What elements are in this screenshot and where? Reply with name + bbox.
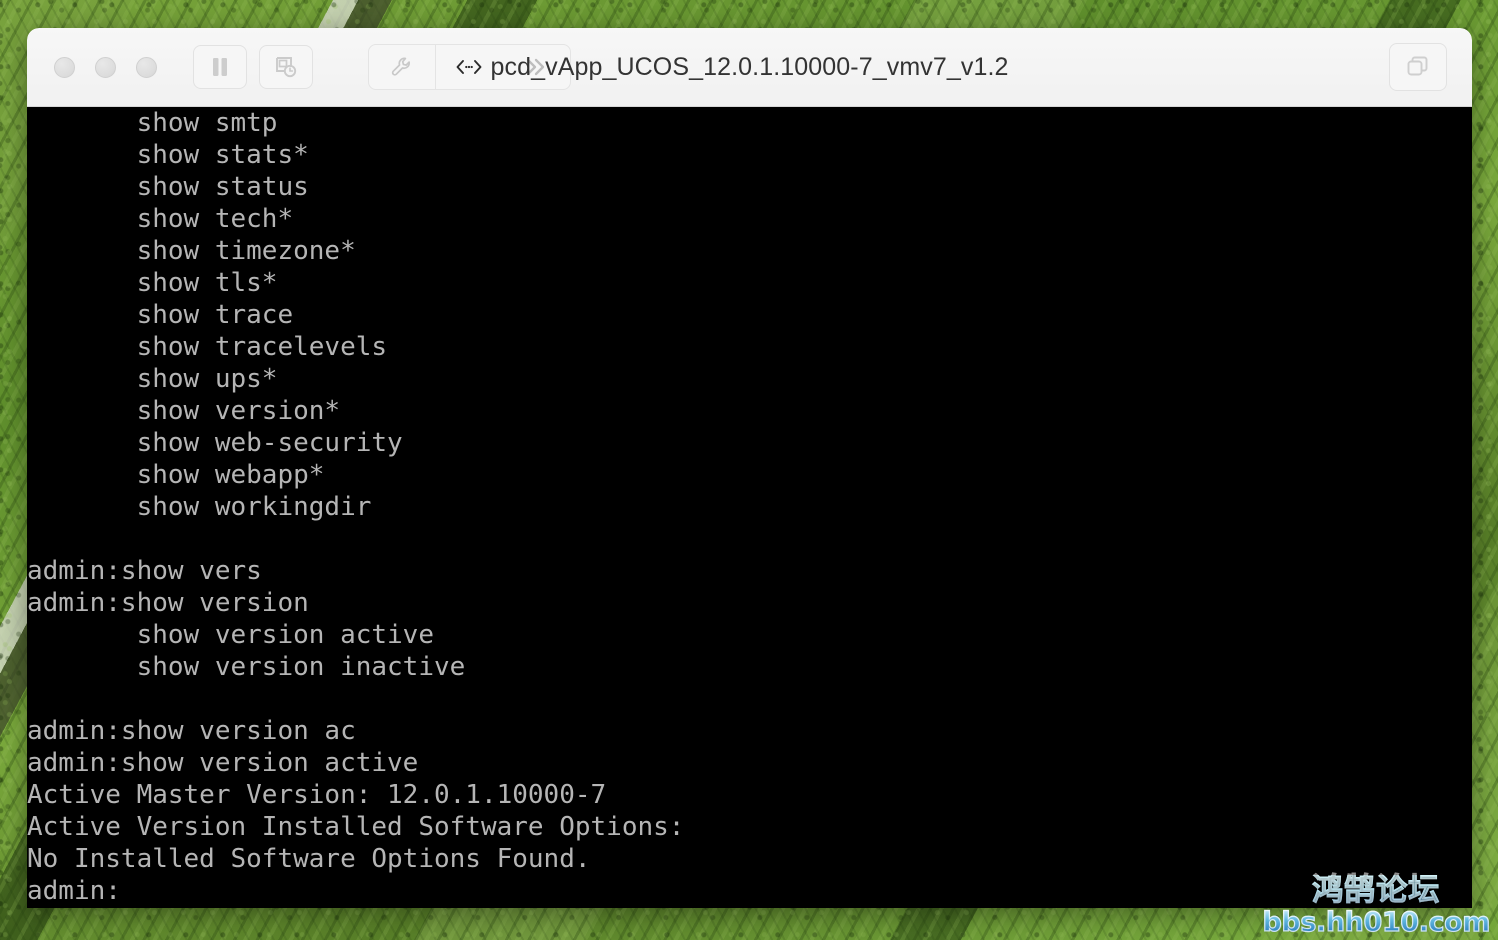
close-button[interactable] — [54, 56, 75, 78]
terminal-line: admin:show version — [27, 588, 309, 618]
show-more-chevron-icon — [526, 58, 545, 76]
terminal-line: show stats* — [27, 140, 309, 170]
settings-button[interactable] — [369, 45, 435, 89]
more-options-button[interactable] — [502, 45, 570, 89]
terminal-line: Active Version Installed Software Option… — [27, 812, 685, 842]
terminal-line: show status — [27, 172, 309, 202]
terminal-screen[interactable]: show smtp show stats* show status show t… — [27, 107, 1472, 908]
terminal-line: show smtp — [27, 108, 278, 138]
network-button[interactable] — [436, 45, 502, 89]
terminal-line: show tracelevels — [27, 332, 388, 362]
terminal-line: show web-security — [27, 428, 403, 458]
pause-button[interactable] — [193, 45, 247, 89]
terminal-line: show tech* — [27, 204, 294, 234]
traffic-light-group — [54, 56, 157, 78]
terminal-line: admin: — [27, 876, 121, 906]
network-connection-icon — [456, 60, 482, 74]
terminal-line: show version inactive — [27, 652, 466, 682]
settings-wrench-icon — [391, 57, 410, 76]
terminal-line: show webapp* — [27, 460, 325, 490]
minimize-button[interactable] — [95, 56, 116, 78]
terminal-line: show trace — [27, 300, 294, 330]
snapshot-icon — [276, 57, 297, 78]
terminal-line: show tls* — [27, 268, 278, 298]
terminal-line: admin:show vers — [27, 556, 262, 586]
terminal-line: show version* — [27, 396, 341, 426]
terminal-line: admin:show version ac — [27, 716, 356, 746]
toolbar-segmented-group — [368, 44, 571, 90]
window-list-button[interactable] — [1389, 43, 1447, 91]
terminal-line: Active Master Version: 12.0.1.10000-7 — [27, 780, 607, 810]
terminal-line: show ups* — [27, 364, 278, 394]
maximize-button[interactable] — [136, 56, 157, 78]
window-titlebar[interactable]: pcd_vApp_UCOS_12.0.1.10000-7_vmv7_v1.2 — [27, 28, 1472, 107]
terminal-line: show version active — [27, 620, 434, 650]
window-duplicate-icon — [1407, 56, 1428, 76]
pause-icon — [213, 58, 227, 76]
terminal-output: show smtp show stats* show status show t… — [27, 107, 684, 907]
vm-console-window: pcd_vApp_UCOS_12.0.1.10000-7_vmv7_v1.2 s… — [27, 28, 1472, 908]
snapshot-button[interactable] — [259, 45, 313, 89]
terminal-line: show timezone* — [27, 236, 356, 266]
titlebar-right-group — [1389, 43, 1447, 91]
terminal-line: admin:show version active — [27, 748, 419, 778]
terminal-line: show workingdir — [27, 492, 372, 522]
toolbar-left-group — [193, 45, 313, 89]
terminal-line: No Installed Software Options Found. — [27, 844, 591, 874]
